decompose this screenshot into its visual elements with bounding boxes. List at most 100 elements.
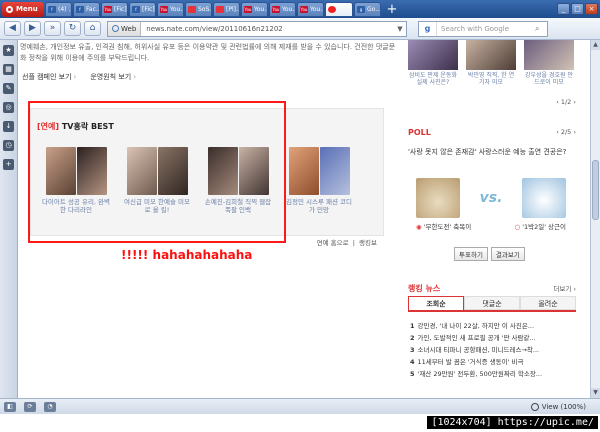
reload-button[interactable]: ↻ xyxy=(64,21,81,36)
minimize-icon[interactable]: _ xyxy=(557,3,570,15)
bookmarks-icon[interactable]: ★ xyxy=(3,45,14,56)
browser-tab[interactable]: fFac... xyxy=(73,1,100,17)
tab-label: You... xyxy=(282,5,295,13)
unite-icon[interactable]: ◎ xyxy=(3,102,14,113)
web-badge[interactable]: Web xyxy=(108,21,142,36)
back-button[interactable]: ◀ xyxy=(4,21,21,36)
browser-tab[interactable] xyxy=(325,1,353,17)
close-icon[interactable]: × xyxy=(585,3,598,15)
downloads-icon[interactable]: ↓ xyxy=(3,121,14,132)
news-more-link[interactable]: 더보기 › xyxy=(553,283,576,293)
campaign-link[interactable]: 선플 캠페인 보기 › xyxy=(22,72,76,82)
facebook-icon: f xyxy=(76,5,84,13)
tab-label: You... xyxy=(170,5,183,13)
scroll-down-icon[interactable]: ▼ xyxy=(591,388,600,398)
sync-icon[interactable]: ⟳ xyxy=(24,401,36,412)
tab-views[interactable]: 조회순 xyxy=(408,296,464,310)
facebook-icon: f xyxy=(48,5,56,13)
notes-icon[interactable]: ✎ xyxy=(3,83,14,94)
fast-forward-button[interactable]: » xyxy=(44,21,61,36)
navigation-bar: ◀ ▶ » ↻ ⌂ Web news.nate.com/view/2011061… xyxy=(0,18,600,40)
browser-tab[interactable]: [Pl]... xyxy=(213,1,240,17)
list-item[interactable]: 1 강민경, '내 나이 22살, 하지만 이 사진은... xyxy=(410,320,578,332)
browser-tab[interactable]: YouYou... xyxy=(269,1,296,17)
youtube-icon: You xyxy=(104,5,112,13)
vote-button[interactable]: 투표하기 xyxy=(454,247,488,261)
history-icon[interactable]: ◷ xyxy=(3,140,14,151)
url-text[interactable]: news.nate.com/view/20110616n21202 xyxy=(141,25,394,33)
vertical-scrollbar[interactable]: ▲ ▼ xyxy=(590,40,600,398)
search-input[interactable]: g Search with Google ⌕ xyxy=(418,20,548,37)
watermark-strip: [1024x704] https://upic.me/ xyxy=(0,414,600,432)
list-item[interactable]: 2 가인, 도발적인 새 프로필 공개 '딴 사람같... xyxy=(410,332,578,344)
nate-icon xyxy=(188,5,196,13)
widgets-icon[interactable]: ▦ xyxy=(3,64,14,75)
tab-bar: Menu f(4) ...fFac...You[Fic]...f[Fic]...… xyxy=(0,0,600,18)
poll-option[interactable]: ◉ '무한도전' 축복이 xyxy=(416,223,471,232)
zoom-control[interactable]: View (100%) xyxy=(530,402,586,411)
search-icon[interactable]: ⌕ xyxy=(535,24,547,34)
opera-logo-icon xyxy=(6,5,13,13)
opera-menu-button[interactable]: Menu xyxy=(2,1,44,17)
vs-label: vs. xyxy=(479,190,503,206)
tab-recommend[interactable]: 올려순 xyxy=(520,296,576,310)
photo xyxy=(319,147,350,195)
new-tab-button[interactable]: + xyxy=(383,2,401,17)
address-bar[interactable]: Web news.nate.com/view/20110616n21202 ▼ xyxy=(107,20,407,37)
add-panel-icon[interactable]: + xyxy=(3,159,14,170)
browser-tab[interactable]: YouYou... xyxy=(297,1,324,17)
chevron-down-icon[interactable]: ▼ xyxy=(394,25,406,33)
tab-label: You... xyxy=(254,5,267,13)
list-item[interactable]: 3 소녀시대 티파니 공항패션, 미니드레스→착... xyxy=(410,344,578,356)
tab-label: [Pl]... xyxy=(226,5,240,13)
forward-button[interactable]: ▶ xyxy=(24,21,41,36)
celeb-pager[interactable]: ‹ 1/2 › xyxy=(556,98,576,106)
celeb-item[interactable]: 박민영 직찍, 한 연기자 미모 xyxy=(466,40,516,86)
policy-link[interactable]: 운영원칙 보기 › xyxy=(90,72,136,82)
annotation-text: !!!!! hahahahahaha xyxy=(121,248,253,262)
tv-best-item[interactable]: 김정민 시스루 패션 코디가 민망 xyxy=(284,147,354,214)
celeb-item[interactable]: 삼비도 판제 운동화 실제 사진은? xyxy=(408,40,458,86)
maximize-icon[interactable]: □ xyxy=(571,3,584,15)
google-icon[interactable]: g xyxy=(419,21,437,36)
poll-option[interactable]: ○ '1박2일' 상근이 xyxy=(514,223,566,232)
globe-icon xyxy=(112,25,119,32)
poll-option-photo[interactable] xyxy=(416,178,460,218)
browser-tab[interactable]: g Go... xyxy=(354,1,381,17)
tab-label: Go... xyxy=(367,5,381,13)
tv-best-caption[interactable]: 김정민 시스루 패션 코디가 민망 xyxy=(284,198,354,214)
browser-tab[interactable]: f[Fic]... xyxy=(129,1,156,17)
browser-tab[interactable]: YouYou... xyxy=(157,1,184,17)
tv-thumbnail[interactable] xyxy=(284,147,354,195)
celeb-item[interactable]: 강우성을 경호원 안드로이 미모 xyxy=(524,40,574,86)
turbo-icon[interactable]: ◔ xyxy=(44,401,56,412)
window-controls: _ □ × xyxy=(557,3,598,15)
ranking-link[interactable]: 랭킹보 xyxy=(359,239,377,247)
scroll-up-icon[interactable]: ▲ xyxy=(591,40,600,50)
list-item[interactable]: 5 '재산 29만원' 전두환, 500만원짜리 학소장... xyxy=(410,368,578,380)
home-button[interactable]: ⌂ xyxy=(84,21,101,36)
zoom-icon xyxy=(530,402,539,411)
poll-title: POLL xyxy=(408,128,431,137)
results-button[interactable]: 결과보기 xyxy=(490,247,525,261)
web-content: 명예훼손, 개인정보 유출, 인격권 침해, 허위사실 유포 등은 이용약관 및… xyxy=(18,40,590,398)
panel-toggle-icon[interactable]: ◧ xyxy=(4,401,16,412)
ranking-news-title: 랭킹 뉴스 xyxy=(408,284,441,293)
browser-tab[interactable]: YouYou... xyxy=(241,1,268,17)
browser-tab[interactable]: f(4) ... xyxy=(45,1,72,17)
tab-label: (4) ... xyxy=(58,5,71,13)
browser-tab[interactable]: SoS... xyxy=(185,1,212,17)
red-highlight-box xyxy=(28,101,286,243)
poll-option-photo[interactable] xyxy=(522,178,566,218)
scroll-thumb[interactable] xyxy=(592,160,599,220)
poll-options: ◉ '무한도전' 축복이 ○ '1박2일' 상근이 xyxy=(416,223,566,232)
browser-tab[interactable]: You[Fic]... xyxy=(101,1,128,17)
youtube-icon: You xyxy=(300,5,308,13)
entertainment-home-link[interactable]: 연예 홈으로 xyxy=(317,239,349,247)
tab-comments[interactable]: 댓글순 xyxy=(464,296,520,310)
poll-question: '사랑 못지 않은 존재감' 사랑스러운 예능 출연 견공은? xyxy=(408,148,567,156)
search-placeholder: Search with Google xyxy=(441,24,510,33)
poll-pager[interactable]: ‹ 2/5 › xyxy=(556,128,576,136)
youtube-icon: You xyxy=(160,5,168,13)
list-item[interactable]: 4 11세부터 발 꼼은 '거식증 생동이' 비극 xyxy=(410,356,578,368)
